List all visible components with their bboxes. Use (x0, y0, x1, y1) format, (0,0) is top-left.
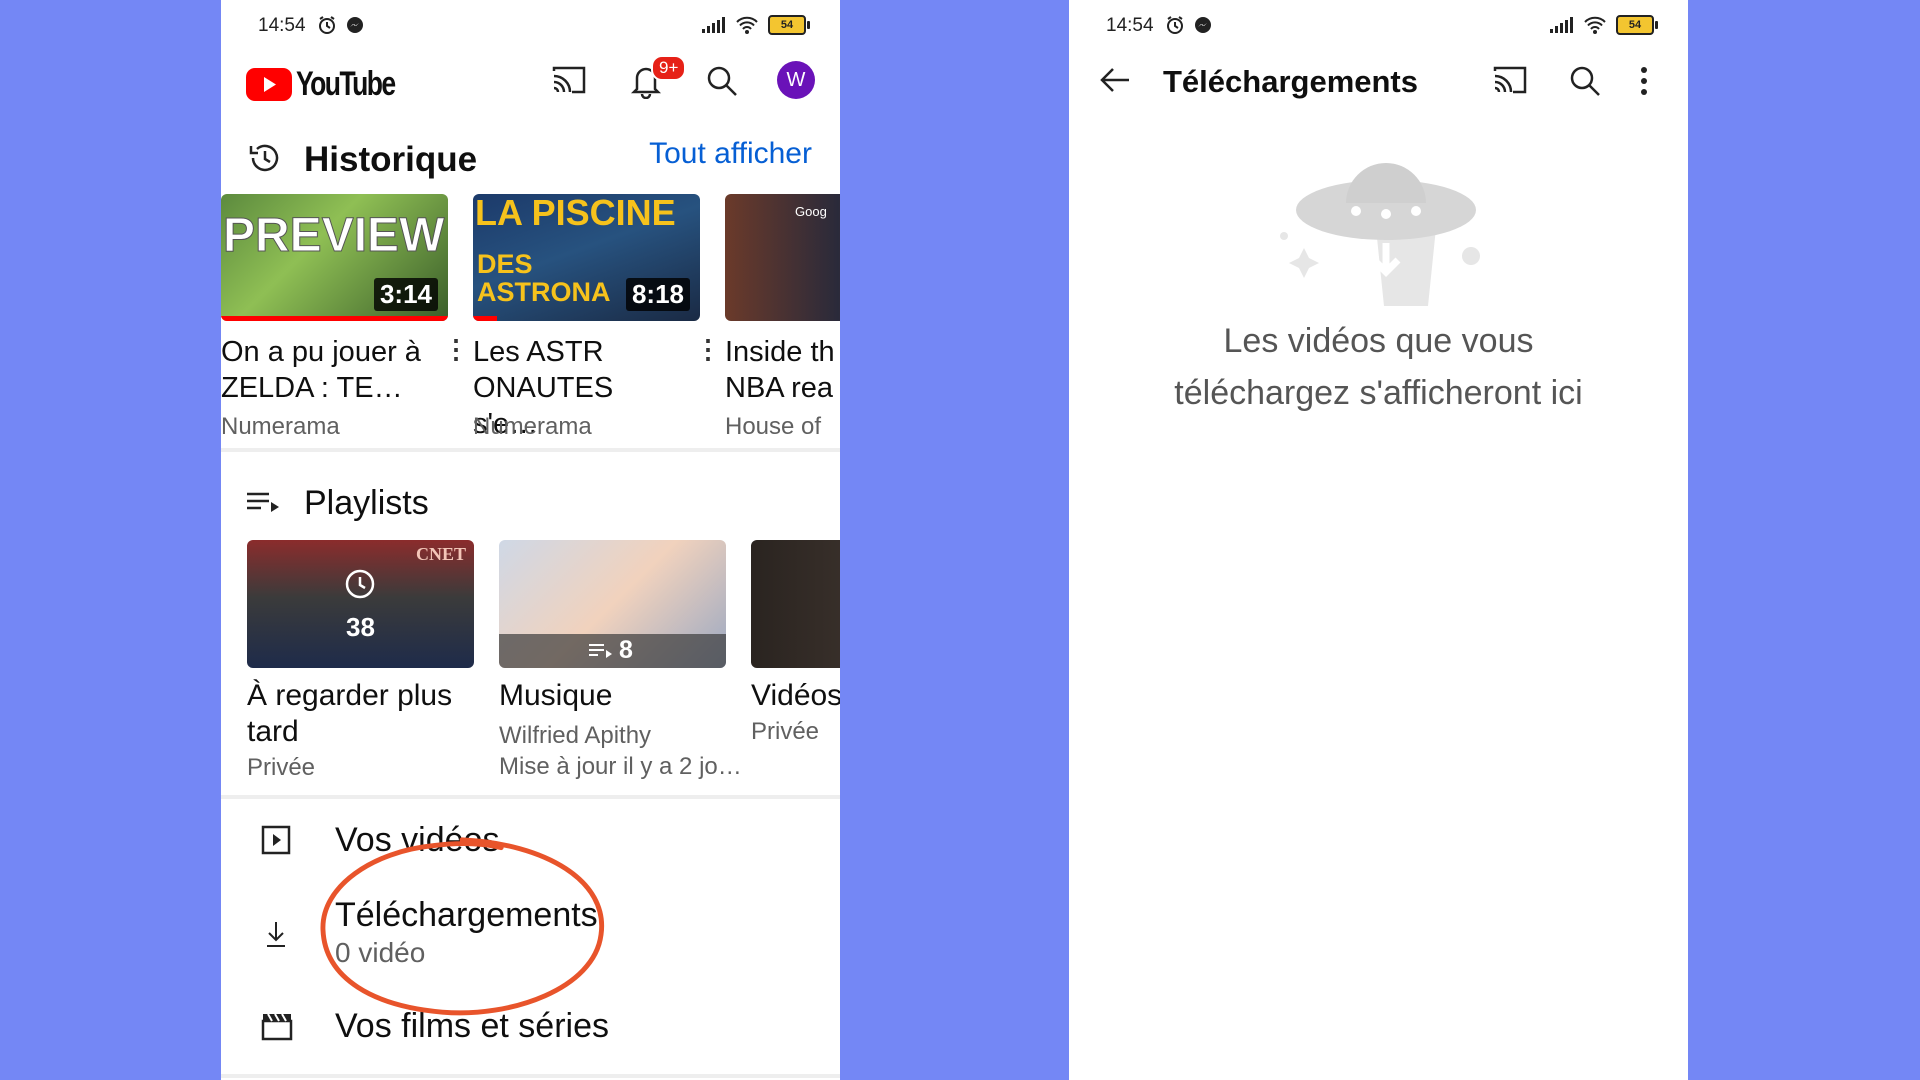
thumbnail-overlay-text: CNET (415, 544, 466, 564)
playlist-2-title[interactable]: Musique (499, 678, 612, 714)
history-video-1-channel: Numerama (221, 413, 340, 440)
notifications-button[interactable]: 9+ (629, 55, 687, 100)
empty-state-line-1: Les vidéos que vous (1223, 322, 1534, 360)
menu-label-downloads: Téléchargements (335, 896, 598, 934)
downloads-screen: 14:54 54 Téléchargements Les vidéos que … (1069, 0, 1688, 1080)
more-options-icon[interactable]: ⋮ (695, 334, 721, 365)
cast-icon[interactable] (551, 64, 587, 96)
youtube-wordmark: YouTube (296, 65, 396, 103)
status-time: 14:54 (1106, 15, 1154, 36)
cast-icon[interactable] (1492, 64, 1528, 96)
clock-icon (345, 569, 375, 599)
ufo-download-illustration (1280, 163, 1480, 306)
history-icon (249, 144, 279, 172)
watch-progress-bar (221, 316, 448, 321)
youtube-logo[interactable]: YouTube (246, 65, 422, 104)
history-video-3-title[interactable]: Inside th NBA rea (725, 334, 840, 406)
video-duration: 8:18 (625, 278, 690, 311)
top-app-bar: YouTube 9+ W (221, 55, 840, 111)
history-video-1-thumbnail[interactable]: PREVIEW 3:14 (221, 194, 448, 321)
playlists-title: Playlists (304, 484, 429, 522)
search-icon[interactable] (1568, 64, 1602, 98)
account-avatar[interactable]: W (777, 61, 815, 99)
more-options-icon[interactable] (1639, 66, 1649, 96)
downloads-count: 0 vidéo (335, 937, 426, 968)
playlist-count-overlay: 8 (499, 634, 726, 668)
search-icon[interactable] (705, 64, 739, 98)
menu-item-your-videos[interactable]: Vos vidéos (221, 815, 840, 867)
thumbnail-overlay-text-2: DES ASTRONA (477, 249, 611, 307)
watch-progress-bar (473, 316, 497, 321)
battery-icon: 54 (768, 15, 810, 35)
more-options-icon[interactable]: ⋮ (443, 334, 469, 365)
signal-icon (1550, 17, 1573, 33)
playlist-icon (589, 644, 612, 658)
page-title: Téléchargements (1163, 64, 1418, 99)
back-arrow-icon[interactable] (1099, 66, 1131, 94)
menu-item-movies-shows[interactable]: Vos films et séries (221, 1003, 840, 1055)
section-divider (221, 795, 840, 799)
see-all-link[interactable]: Tout afficher (649, 137, 812, 171)
history-video-3-thumbnail[interactable]: Goog (725, 194, 840, 321)
playlist-1-title[interactable]: À regarder plus tard (247, 678, 477, 750)
video-duration: 3:14 (373, 278, 438, 311)
playlist-1-privacy: Privée (247, 754, 316, 781)
playlist-count: 8 (619, 636, 633, 664)
playlist-3-thumbnail[interactable] (751, 540, 840, 668)
playlist-1-thumbnail[interactable]: CNET 38 (247, 540, 474, 668)
empty-state-message: Les vidéos que vous téléchargez s'affich… (1069, 315, 1688, 419)
youtube-play-logo-icon (246, 68, 292, 101)
playlist-2-thumbnail[interactable]: 8 (499, 540, 726, 668)
playlist-2-owner: Wilfried Apithy (499, 722, 652, 749)
clapperboard-icon (261, 1013, 293, 1041)
history-video-3-channel: House of (725, 413, 822, 440)
playlist-3-privacy: Privée (751, 718, 820, 745)
battery-icon: 54 (1616, 15, 1658, 35)
history-video-2-thumbnail[interactable]: LA PISCINE DES ASTRONA 8:18 (473, 194, 700, 321)
youtube-library-screen: 14:54 54 YouTube 9+ W Historique Tout af… (221, 0, 840, 1080)
signal-icon (702, 17, 725, 33)
play-box-icon (261, 825, 291, 855)
wifi-icon (736, 16, 758, 34)
thumbnail-overlay-text: Goog (795, 204, 827, 219)
status-time: 14:54 (258, 15, 306, 36)
history-video-2-channel: Numerama (473, 413, 592, 440)
playlist-icon (247, 492, 279, 512)
thumbnail-overlay-text: PREVIEW (222, 209, 445, 263)
section-divider (221, 1074, 840, 1078)
thumbnail-overlay-text: LA PISCINE (475, 194, 676, 233)
messenger-icon (347, 17, 363, 33)
history-title: Historique (304, 140, 478, 179)
history-video-1-title[interactable]: On a pu jouer à ZELDA : TE… (221, 334, 431, 406)
menu-label-movies-shows: Vos films et séries (335, 1007, 609, 1045)
alarm-icon (1167, 16, 1183, 34)
download-icon (267, 922, 285, 947)
notification-badge: 9+ (651, 55, 687, 81)
menu-label-your-videos: Vos vidéos (335, 821, 500, 859)
alarm-icon (319, 16, 335, 34)
empty-state-line-2: téléchargez s'afficheront ici (1174, 374, 1583, 412)
playlist-2-updated: Mise à jour il y a 2 jo… (499, 753, 742, 780)
status-bar: 14:54 54 (221, 0, 840, 52)
status-bar: 14:54 54 (1069, 0, 1688, 52)
playlist-3-title[interactable]: Vidéos (751, 678, 840, 714)
section-divider (221, 448, 840, 452)
messenger-icon (1195, 17, 1211, 33)
menu-item-downloads[interactable]: Téléchargements 0 vidéo (221, 893, 840, 975)
playlist-count: 38 (346, 612, 375, 642)
wifi-icon (1584, 16, 1606, 34)
